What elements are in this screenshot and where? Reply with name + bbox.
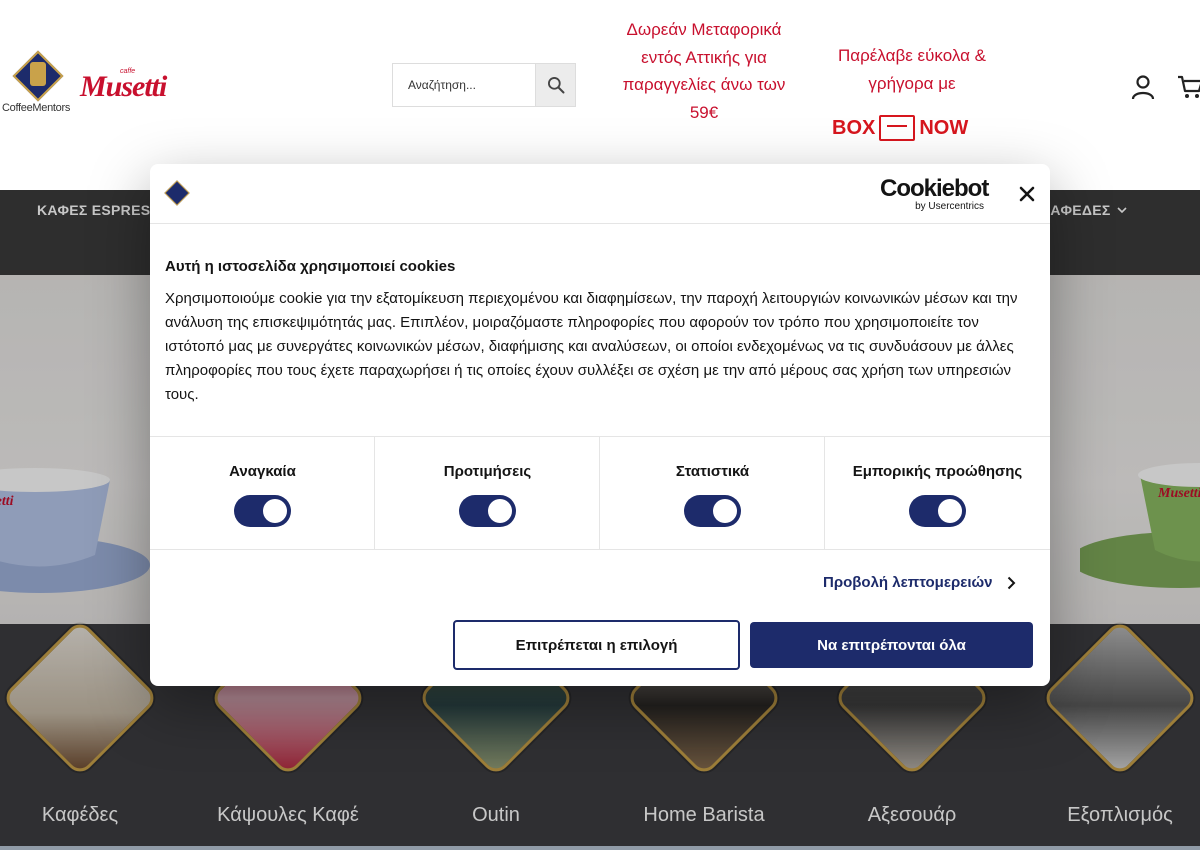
logo-cup-icon (30, 62, 46, 86)
cookie-dialog-header: Cookiebot by Usercentrics (150, 164, 1050, 224)
search-button[interactable] (535, 64, 575, 106)
cookie-consent-dialog: Cookiebot by Usercentrics Αυτή η ιστοσελ… (150, 164, 1050, 686)
search-form (392, 63, 576, 107)
logo-musetti-text: Musetti (80, 70, 167, 103)
toggle-statistics: Στατιστικά (600, 437, 825, 549)
show-details-label: Προβολή λεπτομερειών (823, 574, 993, 591)
cookie-dialog-title: Αυτή η ιστοσελίδα χρησιμοποιεί cookies (165, 258, 456, 275)
statistics-switch[interactable] (684, 495, 741, 527)
switch-knob (263, 499, 287, 523)
close-icon (1019, 186, 1035, 202)
switch-knob (938, 499, 962, 523)
cart-icon (1178, 75, 1200, 98)
necessary-switch[interactable] (234, 495, 291, 527)
account-button[interactable] (1129, 72, 1157, 102)
package-icon (879, 115, 916, 141)
toggle-label: Προτιμήσεις (443, 463, 532, 480)
toggle-preferences: Προτιμήσεις (375, 437, 600, 549)
toggle-label: Αναγκαία (229, 463, 296, 480)
toggle-marketing: Εμπορικής προώθησης (825, 437, 1050, 549)
show-details-link[interactable]: Προβολή λεπτομερειών (823, 574, 1016, 591)
cookiebot-by: by Usercentrics (915, 201, 984, 212)
boxnow-logo-left: BOX (832, 116, 876, 139)
site-logo[interactable]: CoffeeMentors caffe Musetti (0, 50, 200, 122)
cookie-category-toggles: Αναγκαία Προτιμήσεις Στατιστικά Εμπορική… (150, 436, 1050, 550)
toggle-label: Στατιστικά (675, 463, 750, 480)
cookie-dialog-body: Χρησιμοποιούμε cookie για την εξατομίκευ… (165, 290, 1018, 403)
switch-knob (488, 499, 512, 523)
cookiebot-brand: Cookiebot (880, 175, 989, 202)
switch-knob (713, 499, 737, 523)
cookiebot-logo: Cookiebot by Usercentrics (880, 175, 989, 213)
boxnow-logo: BOX NOW (832, 113, 992, 143)
cart-button[interactable] (1176, 72, 1200, 102)
marketing-switch[interactable] (909, 495, 966, 527)
toggle-label: Εμπορικής προώθησης (852, 463, 1023, 480)
toggle-necessary: Αναγκαία (150, 437, 375, 549)
boxnow-promo-text: Παρέλαβε εύκολα & γρήγορα με (838, 46, 986, 93)
site-logo-icon (164, 180, 190, 206)
allow-selection-button[interactable]: Επιτρέπεται η επιλογή (453, 620, 740, 670)
preferences-switch[interactable] (459, 495, 516, 527)
search-icon (547, 77, 564, 94)
allow-all-button[interactable]: Να επιτρέπονται όλα (750, 622, 1033, 668)
user-icon (1131, 75, 1155, 100)
free-shipping-promo: Δωρεάν Μεταφορικά εντός Αττικής για παρα… (622, 20, 786, 122)
boxnow-logo-right: NOW (919, 116, 969, 139)
logo-mentors-text: CoffeeMentors (2, 102, 71, 114)
search-input[interactable] (393, 64, 535, 106)
chevron-right-icon (1007, 576, 1015, 589)
close-button[interactable] (1014, 181, 1040, 207)
site-header: CoffeeMentors caffe Musetti Δωρεάν Μεταφ… (0, 0, 1200, 190)
